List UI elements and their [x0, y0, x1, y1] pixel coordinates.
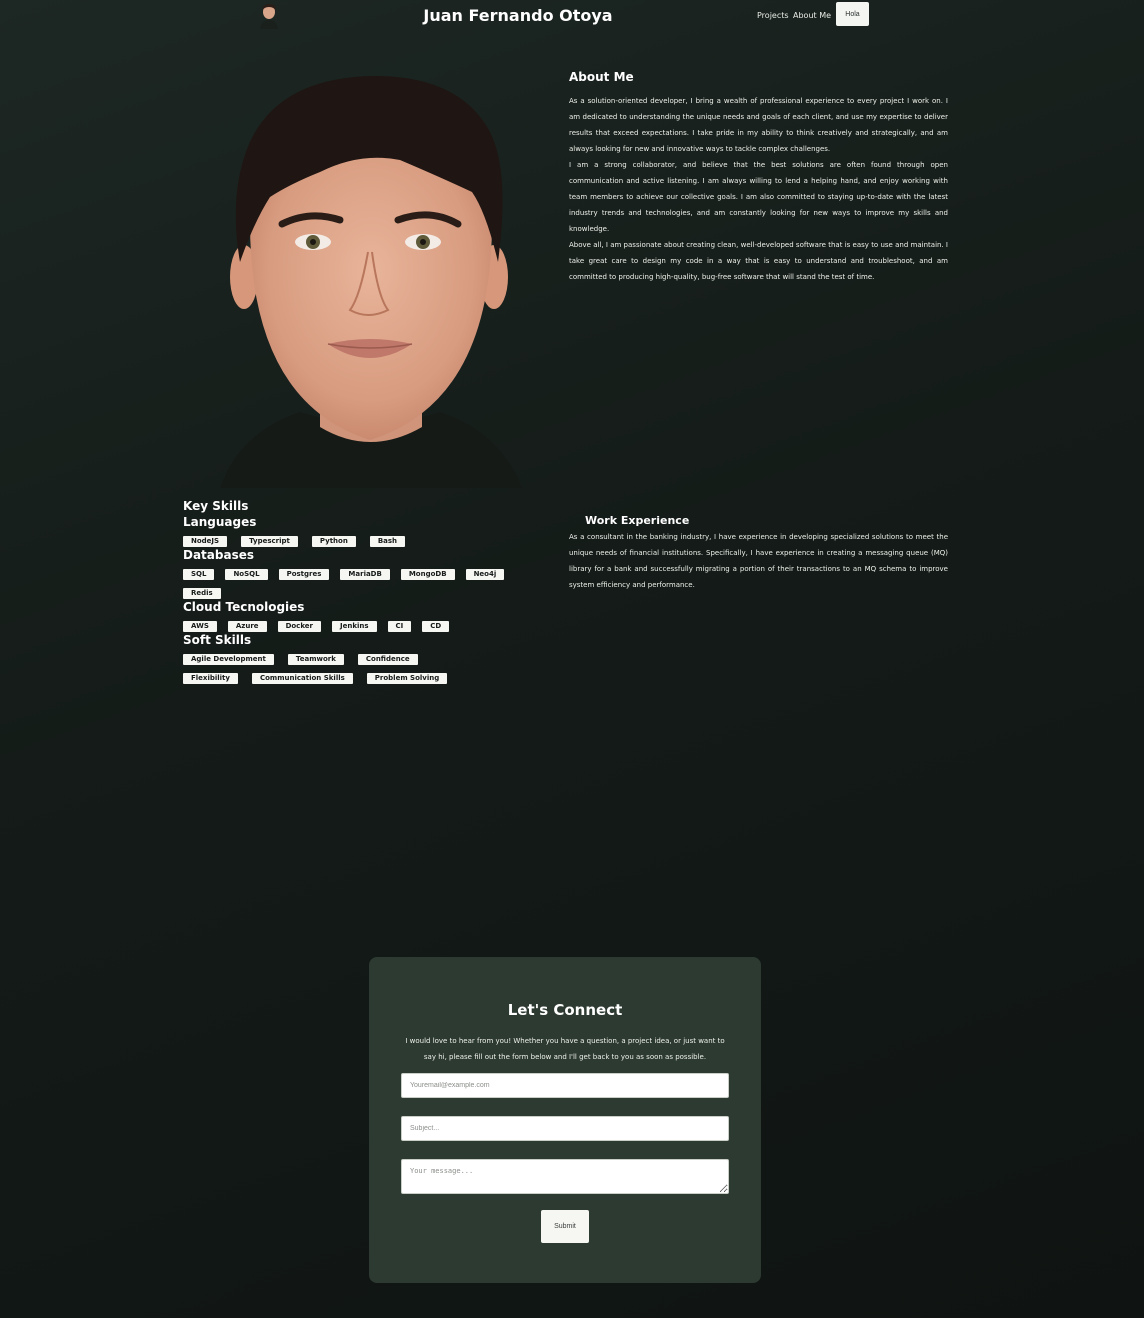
skill-chip: SQL — [183, 569, 215, 580]
skill-chip: AWS — [183, 621, 217, 632]
email-field[interactable] — [401, 1073, 729, 1098]
skill-chip-list: SQL NoSQL Postgres MariaDB MongoDB Neo4j… — [183, 569, 543, 599]
submit-button[interactable]: Submit — [541, 1210, 589, 1243]
contact-heading: Let's Connect — [507, 1001, 623, 1019]
skill-chip: Agile Development — [183, 654, 274, 665]
about-heading: About Me — [569, 70, 634, 84]
skill-chip: Flexibility — [183, 673, 238, 684]
contact-intro: I would love to hear from you! Whether y… — [405, 1037, 725, 1061]
about-paragraph: Above all, I am passionate about creatin… — [569, 241, 948, 281]
skill-chip: NoSQL — [225, 569, 268, 580]
skill-chip-list: NodeJS Typescript Python Bash — [183, 536, 543, 547]
skill-chip: Azure — [227, 621, 267, 632]
skill-chip: Postgres — [278, 569, 330, 580]
skill-chip: Bash — [369, 536, 406, 547]
key-skills-heading: Key Skills — [183, 499, 249, 513]
skill-chip: Redis — [183, 588, 221, 599]
skill-group-title: Languages — [183, 515, 257, 529]
subject-field[interactable] — [401, 1116, 729, 1141]
skill-chip: Confidence — [357, 654, 418, 665]
work-experience-section: Work Experience As a consultant in the b… — [569, 514, 948, 593]
skill-chip: Problem Solving — [366, 673, 448, 684]
skill-chip: Neo4j — [465, 569, 505, 580]
skill-group-title: Databases — [183, 548, 255, 562]
skill-chip: Jenkins — [332, 621, 377, 632]
skill-chip-list: Agile Development Teamwork Confidence Fl… — [183, 654, 483, 684]
about-text: As a solution-oriented developer, I brin… — [569, 93, 948, 285]
skill-chip: Docker — [277, 621, 321, 632]
skill-chip: MariaDB — [340, 569, 390, 580]
about-section: About Me As a solution-oriented develope… — [569, 70, 948, 285]
about-paragraph: I am a strong collaborator, and believe … — [569, 161, 948, 233]
skill-chip: NodeJS — [183, 536, 228, 547]
skill-chip: MongoDB — [400, 569, 455, 580]
skill-chip: CD — [422, 621, 450, 632]
skill-chip: Typescript — [241, 536, 298, 547]
site-title: Juan Fernando Otoya — [423, 6, 613, 25]
profile-photo — [220, 76, 522, 488]
top-nav: Juan Fernando Otoya Projects About Me Ho… — [0, 0, 1144, 32]
skill-group-title: Cloud Tecnologies — [183, 600, 305, 614]
contact-card: Let's Connect I would love to hear from … — [369, 957, 761, 1283]
skill-chip: Teamwork — [287, 654, 344, 665]
work-experience-text: As a consultant in the banking industry,… — [569, 533, 948, 589]
hola-button[interactable]: Hola — [836, 2, 869, 26]
key-skills-section: Key Skills Languages NodeJS Typescript P… — [183, 498, 543, 684]
nav-link-projects[interactable]: Projects — [757, 11, 789, 20]
skill-chip-list: AWS Azure Docker Jenkins CI CD — [183, 621, 543, 632]
about-paragraph: As a solution-oriented developer, I brin… — [569, 97, 948, 153]
nav-link-about-me[interactable]: About Me — [793, 11, 831, 20]
skill-chip: Python — [311, 536, 356, 547]
work-experience-heading: Work Experience — [585, 514, 690, 527]
skill-group-title: Soft Skills — [183, 633, 252, 647]
skill-chip: CI — [387, 621, 412, 632]
skill-chip: Communication Skills — [251, 673, 353, 684]
message-field[interactable] — [401, 1159, 729, 1194]
